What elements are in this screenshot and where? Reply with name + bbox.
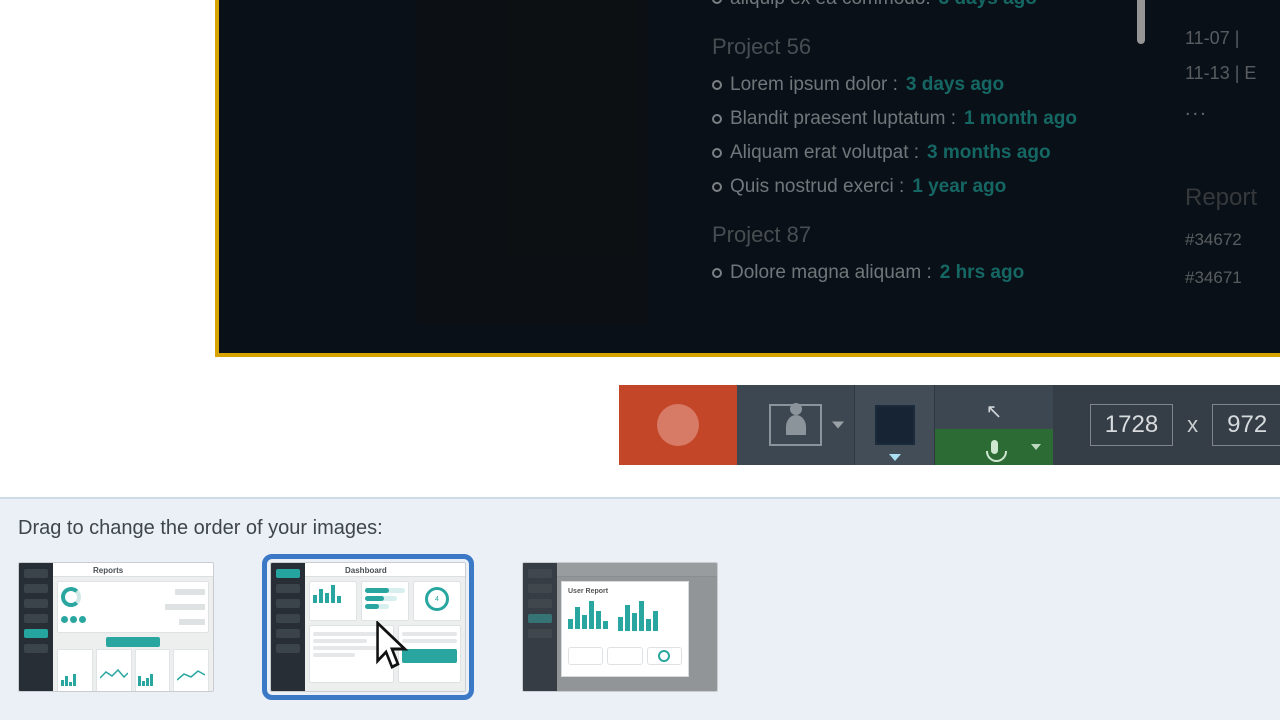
- strip-instruction: Drag to change the order of your images:: [18, 517, 1262, 540]
- activity-item[interactable]: Quis nostrud exerci : 1 year ago: [712, 170, 1147, 204]
- activity-ago: 3 days ago: [939, 0, 1037, 10]
- activity-item[interactable]: Aliquam erat volutpat : 3 months ago: [712, 136, 1147, 170]
- height-input[interactable]: 972: [1212, 404, 1280, 446]
- chevron-down-icon: [832, 422, 844, 429]
- thumb-title: User Report: [568, 588, 682, 595]
- right-column: 11-07 | 11-13 | E ...: [1185, 0, 1280, 121]
- thumbnail[interactable]: Reports: [18, 562, 214, 692]
- bullet-icon: [712, 0, 722, 4]
- date-row[interactable]: 11-13 | E: [1185, 63, 1280, 84]
- width-input[interactable]: 1728: [1090, 404, 1173, 446]
- activity-ago: 1 year ago: [912, 176, 1006, 198]
- ring-icon: 4: [425, 587, 449, 611]
- activity-ago: 3 days ago: [906, 74, 1004, 96]
- chevron-down-icon: [1031, 444, 1041, 450]
- generate-button-glyph: [106, 637, 160, 647]
- activity-text: aliquip ex ea commodo:: [730, 0, 931, 10]
- bullet-icon: [712, 80, 722, 90]
- activity-item[interactable]: Lorem ipsum dolor : 3 days ago: [712, 68, 1147, 102]
- activity-text: Quis nostrud exerci :: [730, 176, 904, 198]
- thumbnail[interactable]: User Report: [522, 562, 718, 692]
- modal-preview: User Report: [561, 581, 689, 677]
- chevron-down-icon: [889, 454, 901, 461]
- activity-text: Blandit praesent luptatum :: [730, 108, 956, 130]
- record-icon: [657, 404, 699, 446]
- microphone-icon: [991, 440, 998, 454]
- thumbnail[interactable]: Dashboard 4: [270, 562, 466, 692]
- report-id[interactable]: #34672: [1185, 230, 1280, 250]
- bullet-icon: [712, 268, 722, 278]
- date-row[interactable]: 11-07 |: [1185, 28, 1280, 49]
- record-button[interactable]: [619, 385, 737, 465]
- thumbnail-strip: Drag to change the order of your images:…: [0, 497, 1280, 720]
- activity-ago: 1 month ago: [964, 108, 1077, 130]
- bullet-icon: [712, 148, 722, 158]
- webcam-icon: [769, 404, 822, 446]
- scrollbar[interactable]: [1137, 0, 1145, 44]
- report-card: Report #34672 #34671: [1185, 184, 1280, 306]
- report-id[interactable]: #34671: [1185, 268, 1280, 288]
- cursor-audio-slot[interactable]: ↖: [935, 385, 1053, 465]
- bullet-icon: [712, 114, 722, 124]
- microphone-toggle[interactable]: [935, 429, 1053, 465]
- cursor-icon: ↖: [986, 399, 1003, 424]
- bullet-icon: [712, 182, 722, 192]
- thumb-title: Dashboard: [345, 566, 387, 575]
- thumb-title: Reports: [93, 566, 123, 575]
- report-title: Report: [1185, 184, 1280, 212]
- ellipsis[interactable]: ...: [1185, 98, 1280, 121]
- capture-region: Consectetuer adipiscing elit : 4 hrs ago…: [215, 0, 1280, 357]
- project-title: Project 56: [712, 34, 1147, 60]
- thumbnail-list: Reports Dashboard: [18, 562, 1262, 692]
- donut-icon: [61, 587, 81, 607]
- activity-text: Aliquam erat volutpat :: [730, 142, 919, 164]
- activity-item[interactable]: aliquip ex ea commodo: 3 days ago: [712, 0, 1147, 16]
- thumb-sidebar: [19, 563, 53, 691]
- dimensions-group: 1728 x 972: [1053, 385, 1280, 465]
- activity-text: Lorem ipsum dolor :: [730, 74, 898, 96]
- thumb-sidebar: [271, 563, 305, 691]
- webcam-toggle[interactable]: [737, 385, 855, 465]
- dimension-x-label: x: [1187, 412, 1198, 438]
- activity-ago: 3 months ago: [927, 142, 1051, 164]
- app-sidebar-dark: [417, 0, 649, 324]
- activity-feed: Consectetuer adipiscing elit : 4 hrs ago…: [712, 0, 1147, 290]
- recorder-toolbar: ↖ 1728 x 972: [619, 385, 1280, 465]
- activity-text: Dolore magna aliquam :: [730, 262, 932, 284]
- activity-item[interactable]: Dolore magna aliquam : 2 hrs ago: [712, 256, 1147, 290]
- region-icon: [875, 405, 915, 445]
- project-title: Project 87: [712, 222, 1147, 248]
- activity-item[interactable]: Blandit praesent luptatum : 1 month ago: [712, 102, 1147, 136]
- ring-icon: [658, 650, 670, 662]
- capture-area-button[interactable]: [855, 385, 935, 465]
- activity-ago: 2 hrs ago: [940, 262, 1024, 284]
